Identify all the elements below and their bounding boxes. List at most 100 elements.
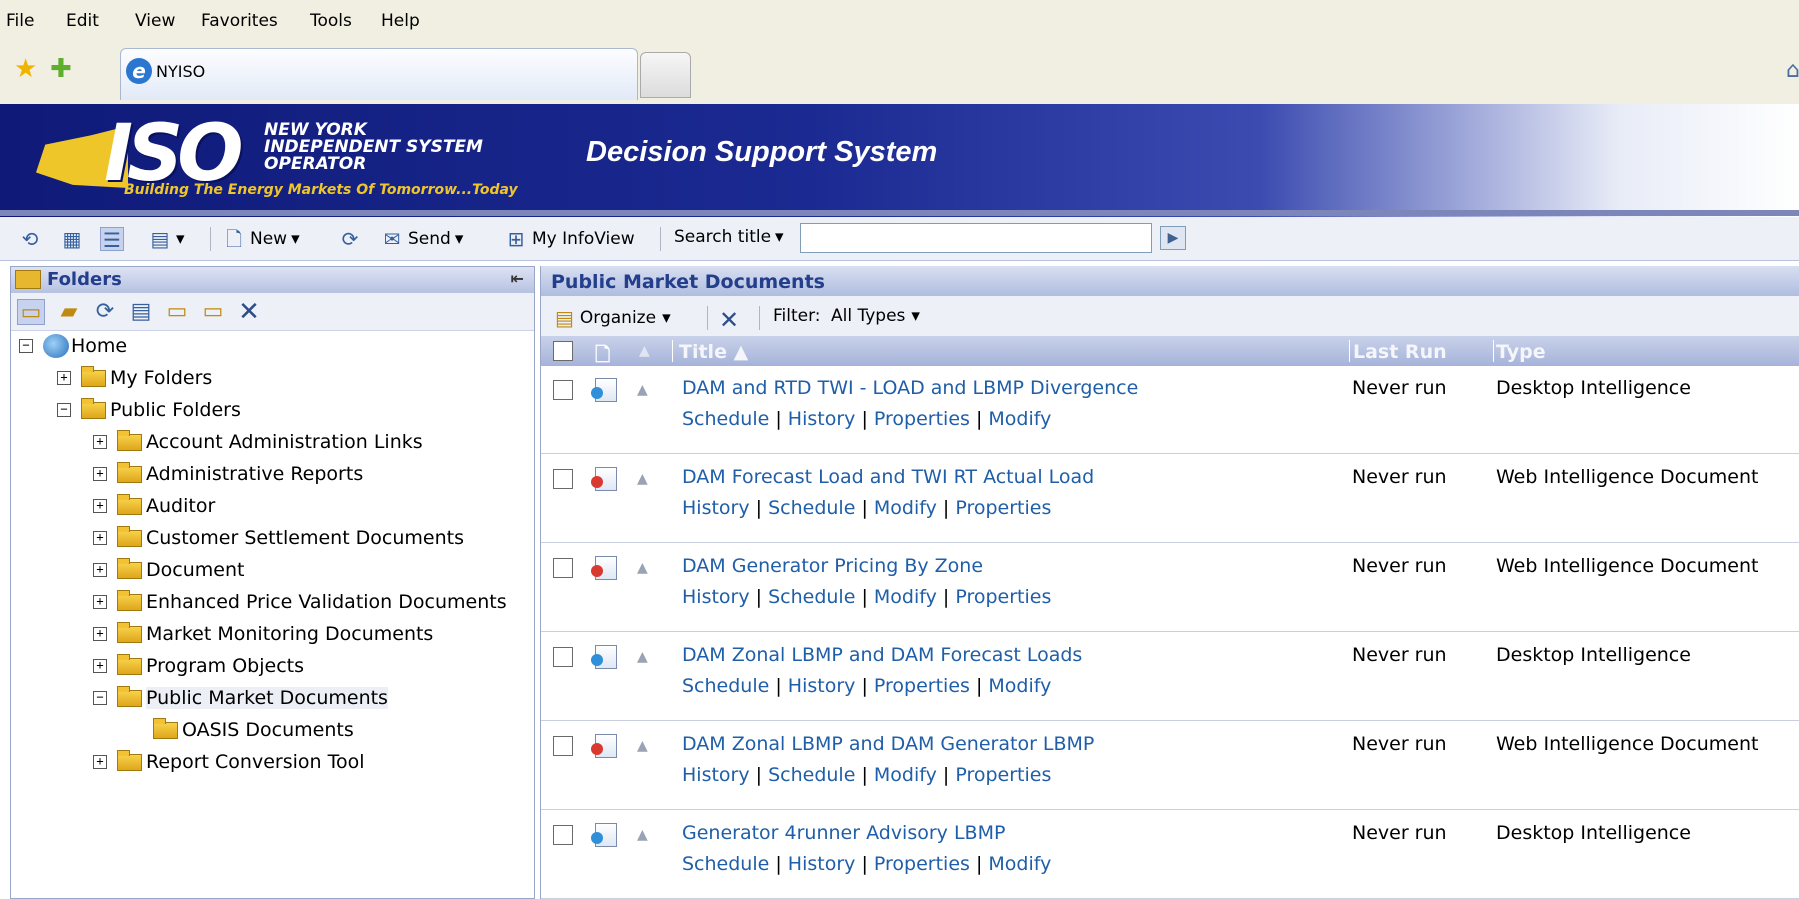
row-checkbox[interactable]: [553, 825, 573, 845]
select-all-checkbox[interactable]: [553, 341, 573, 361]
document-action-link[interactable]: Properties: [874, 408, 970, 430]
menu-view[interactable]: View: [135, 11, 175, 31]
document-action-link[interactable]: Modify: [988, 675, 1051, 697]
row-checkbox[interactable]: [553, 736, 573, 756]
copy-folder-icon[interactable]: ▤: [127, 299, 155, 325]
tree-node-document[interactable]: + Document: [93, 555, 244, 585]
collapse-toggle-icon[interactable]: −: [19, 339, 33, 353]
expand-toggle-icon[interactable]: +: [93, 659, 107, 673]
tree-node-enhanced-price-validation-documents[interactable]: + Enhanced Price Validation Documents: [93, 587, 507, 617]
document-title-link[interactable]: DAM Zonal LBMP and DAM Forecast Loads: [682, 644, 1082, 666]
tree-node-report-conversion-tool[interactable]: + Report Conversion Tool: [93, 747, 365, 777]
row-checkbox[interactable]: [553, 469, 573, 489]
refresh-folder-icon[interactable]: ⟳: [91, 299, 119, 325]
collapse-toggle-icon[interactable]: −: [93, 691, 107, 705]
folder-view-icon[interactable]: ▭: [17, 299, 45, 325]
tree-node-market-monitoring-documents[interactable]: + Market Monitoring Documents: [93, 619, 433, 649]
row-checkbox[interactable]: [553, 647, 573, 667]
row-checkbox[interactable]: [553, 558, 573, 578]
document-action-link[interactable]: Schedule: [768, 497, 855, 519]
search-input[interactable]: [800, 223, 1152, 253]
expand-toggle-icon[interactable]: +: [93, 755, 107, 769]
expand-toggle-icon[interactable]: +: [93, 499, 107, 513]
document-action-link[interactable]: Properties: [955, 764, 1051, 786]
favorites-star-icon[interactable]: ★: [14, 54, 37, 84]
new-button[interactable]: 🗋 New ▾: [222, 227, 300, 251]
menu-file[interactable]: File: [6, 11, 34, 31]
row-checkbox[interactable]: [553, 380, 573, 400]
open-folder-icon[interactable]: ▰: [55, 299, 83, 325]
tree-node-auditor[interactable]: + Auditor: [93, 491, 215, 521]
details-view-icon[interactable]: ▤: [148, 227, 172, 251]
send-button[interactable]: ✉ Send ▾: [380, 227, 464, 251]
tree-node-home[interactable]: − Home: [19, 331, 127, 361]
document-action-link[interactable]: Schedule: [768, 586, 855, 608]
collapse-panel-icon[interactable]: ⇤: [511, 269, 524, 288]
view-dropdown-icon[interactable]: ▾: [176, 229, 185, 249]
document-action-link[interactable]: Schedule: [682, 675, 769, 697]
document-title-link[interactable]: DAM Generator Pricing By Zone: [682, 555, 983, 577]
expand-toggle-icon[interactable]: +: [93, 435, 107, 449]
tree-node-administrative-reports[interactable]: + Administrative Reports: [93, 459, 363, 489]
menu-favorites[interactable]: Favorites: [201, 11, 278, 31]
document-action-link[interactable]: Schedule: [768, 764, 855, 786]
organize-button[interactable]: ▤ Organize ▾: [555, 306, 671, 330]
menu-tools[interactable]: Tools: [310, 11, 352, 31]
document-title-link[interactable]: DAM Zonal LBMP and DAM Generator LBMP: [682, 733, 1094, 755]
document-action-link[interactable]: Modify: [874, 586, 937, 608]
expand-toggle-icon[interactable]: +: [93, 627, 107, 641]
filter-dropdown[interactable]: All Types ▾: [831, 306, 920, 326]
tree-node-program-objects[interactable]: + Program Objects: [93, 651, 304, 681]
list-view-icon[interactable]: ☰: [100, 227, 124, 252]
document-action-link[interactable]: Schedule: [682, 408, 769, 430]
document-action-link[interactable]: History: [788, 853, 856, 875]
expand-toggle-icon[interactable]: +: [93, 595, 107, 609]
collapse-toggle-icon[interactable]: −: [57, 403, 71, 417]
document-action-link[interactable]: Modify: [988, 408, 1051, 430]
tree-node-public-folders[interactable]: − Public Folders: [57, 395, 241, 425]
document-action-link[interactable]: History: [682, 497, 750, 519]
search-mode-dropdown[interactable]: Search title ▾: [674, 227, 784, 247]
tree-node-my-folders[interactable]: + My Folders: [57, 363, 212, 393]
expand-toggle-icon[interactable]: +: [93, 531, 107, 545]
refresh-icon[interactable]: ⟳: [338, 227, 362, 251]
document-action-link[interactable]: Properties: [955, 497, 1051, 519]
expand-toggle-icon[interactable]: +: [57, 371, 71, 385]
column-last-run[interactable]: Last Run: [1353, 341, 1447, 363]
expand-toggle-icon[interactable]: +: [93, 563, 107, 577]
new-tab-button[interactable]: [640, 52, 691, 98]
home-page-icon[interactable]: ⌂: [1786, 58, 1799, 83]
column-type[interactable]: Type: [1496, 341, 1546, 363]
search-go-button[interactable]: ▶: [1160, 226, 1186, 250]
delete-icon[interactable]: ✕: [235, 299, 263, 325]
new-folder-icon[interactable]: ▭: [199, 299, 227, 325]
document-action-link[interactable]: History: [682, 764, 750, 786]
add-favorite-icon[interactable]: ✚: [50, 54, 72, 84]
menu-edit[interactable]: Edit: [66, 11, 99, 31]
document-action-link[interactable]: Modify: [988, 853, 1051, 875]
move-folder-icon[interactable]: ▭: [163, 299, 191, 325]
calendar-icon[interactable]: ▦: [60, 227, 84, 251]
document-action-link[interactable]: History: [788, 408, 856, 430]
document-title-link[interactable]: Generator 4runner Advisory LBMP: [682, 822, 1005, 844]
home-globe-icon[interactable]: ⟲: [18, 227, 42, 251]
menu-help[interactable]: Help: [381, 11, 420, 31]
document-action-link[interactable]: Schedule: [682, 853, 769, 875]
document-action-link[interactable]: Properties: [874, 853, 970, 875]
document-action-link[interactable]: Properties: [955, 586, 1051, 608]
document-action-link[interactable]: History: [788, 675, 856, 697]
myinfoview-button[interactable]: ⊞ My InfoView: [504, 227, 635, 251]
tree-node-oasis-documents[interactable]: OASIS Documents: [153, 715, 354, 745]
document-title-link[interactable]: DAM and RTD TWI - LOAD and LBMP Divergen…: [682, 377, 1138, 399]
expand-toggle-icon[interactable]: +: [93, 467, 107, 481]
document-action-link[interactable]: Modify: [874, 764, 937, 786]
tree-node-account-administration-links[interactable]: + Account Administration Links: [93, 427, 423, 457]
document-action-link[interactable]: History: [682, 586, 750, 608]
column-title[interactable]: Title ▲: [679, 341, 748, 363]
tree-node-customer-settlement-documents[interactable]: + Customer Settlement Documents: [93, 523, 464, 553]
document-action-link[interactable]: Properties: [874, 675, 970, 697]
document-title-link[interactable]: DAM Forecast Load and TWI RT Actual Load: [682, 466, 1094, 488]
tree-node-public-market-documents[interactable]: − Public Market Documents: [93, 683, 388, 713]
delete-icon[interactable]: ✕: [719, 306, 739, 334]
document-action-link[interactable]: Modify: [874, 497, 937, 519]
